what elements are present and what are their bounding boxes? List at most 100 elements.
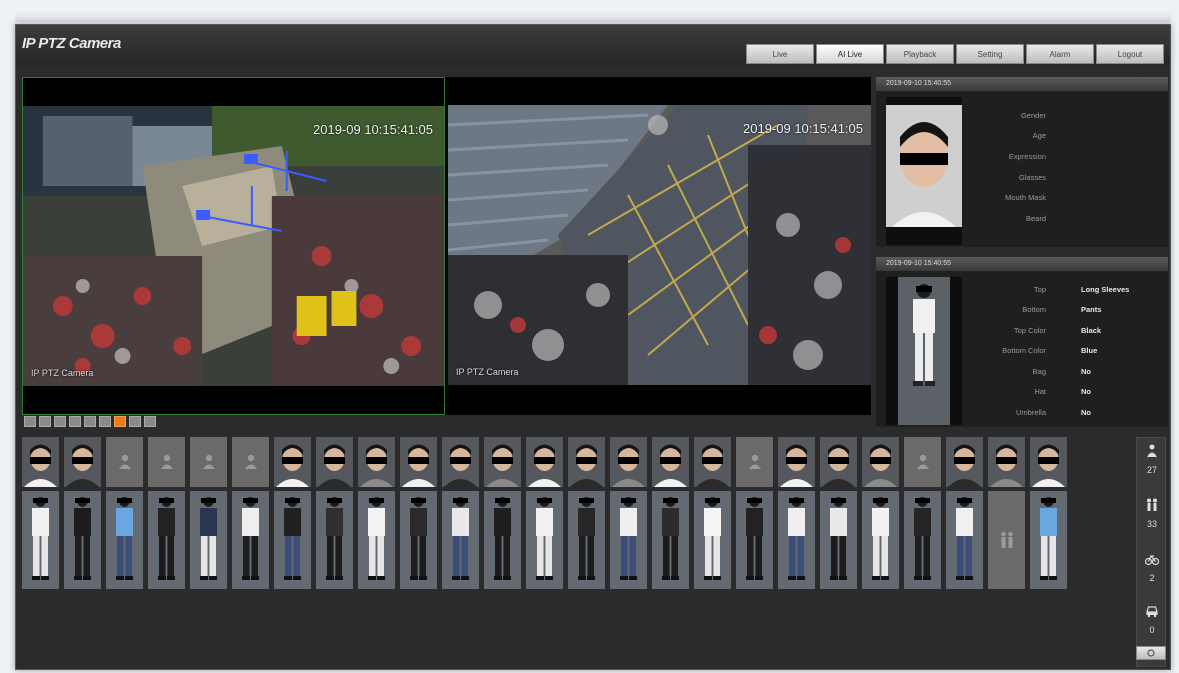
attr-hat-value: No (1081, 387, 1091, 396)
record-icon[interactable] (69, 416, 81, 427)
body-thumbnail[interactable] (1030, 491, 1067, 589)
face-thumbnail-image (526, 437, 563, 487)
face-thumbnail[interactable] (316, 437, 353, 487)
nav-ai-live[interactable]: AI Live (816, 44, 884, 64)
body-thumbnail-image (652, 491, 689, 589)
face-thumbnail[interactable] (694, 437, 731, 487)
face-count: 27 (1146, 465, 1157, 475)
person-placeholder-icon (202, 454, 215, 469)
fullscreen-icon[interactable] (129, 416, 141, 427)
reset-count-button[interactable] (1136, 646, 1166, 660)
body-thumbnail[interactable] (106, 491, 143, 589)
face-thumbnail-placeholder[interactable] (148, 437, 185, 487)
body-thumbnail-image (526, 491, 563, 589)
body-thumbnail[interactable] (946, 491, 983, 589)
face-snapshot[interactable] (886, 97, 962, 245)
camera-1-timestamp: 2019-09 10:15:41:05 (313, 122, 433, 137)
face-thumbnail-placeholder[interactable] (736, 437, 773, 487)
bicycle-icon (1144, 554, 1160, 566)
nav-playback[interactable]: Playback (886, 44, 954, 64)
face-thumbnail[interactable] (988, 437, 1025, 487)
body-thumbnail[interactable] (316, 491, 353, 589)
attr-mouth-mask-label: Mouth Mask (1005, 193, 1046, 202)
body-thumbnail[interactable] (484, 491, 521, 589)
face-thumbnail[interactable] (652, 437, 689, 487)
face-thumbnail[interactable] (862, 437, 899, 487)
camera-1-name: IP PTZ Camera (31, 368, 94, 378)
attr-bottom-value: Pants (1081, 305, 1102, 314)
body-thumbnail[interactable] (232, 491, 269, 589)
vehicle-count-stat: 0 (1137, 604, 1167, 635)
nav-alarm[interactable]: Alarm (1026, 44, 1094, 64)
camera-2-timestamp: 2019-09 10:15:41:05 (743, 121, 863, 136)
face-thumbnail[interactable] (526, 437, 563, 487)
nav-live[interactable]: Live (746, 44, 814, 64)
face-thumbnail-image (1030, 437, 1067, 487)
body-thumbnail[interactable] (568, 491, 605, 589)
body-thumbnail-image (610, 491, 647, 589)
face-thumbnail[interactable] (820, 437, 857, 487)
face-thumbnail[interactable] (358, 437, 395, 487)
face-thumbnail[interactable] (610, 437, 647, 487)
settings-icon[interactable] (144, 416, 156, 427)
face-thumbnail[interactable] (946, 437, 983, 487)
attr-bottom-label: Bottom (1022, 305, 1046, 314)
body-thumbnail[interactable] (778, 491, 815, 589)
body-thumbnail[interactable] (22, 491, 59, 589)
face-thumbnail[interactable] (22, 437, 59, 487)
body-thumbnail[interactable] (526, 491, 563, 589)
body-thumbnail[interactable] (610, 491, 647, 589)
body-thumbnail-row (22, 491, 1067, 589)
body-thumbnail[interactable] (400, 491, 437, 589)
body-thumbnail[interactable] (862, 491, 899, 589)
face-thumbnail[interactable] (778, 437, 815, 487)
face-thumbnail[interactable] (568, 437, 605, 487)
person-placeholder-icon (748, 454, 761, 469)
face-thumbnail-placeholder[interactable] (106, 437, 143, 487)
layout-1-icon[interactable] (24, 416, 36, 427)
camera-view-2[interactable]: 2019-09 10:15:41:05 IP PTZ Camera (448, 77, 871, 415)
attr-gender-label: Gender (1020, 111, 1046, 120)
audio-icon[interactable] (99, 416, 111, 427)
face-thumbnail-image (862, 437, 899, 487)
face-thumbnail-placeholder[interactable] (232, 437, 269, 487)
body-thumbnail[interactable] (442, 491, 479, 589)
body-thumbnail-image (316, 491, 353, 589)
body-thumbnail[interactable] (820, 491, 857, 589)
face-thumbnail[interactable] (400, 437, 437, 487)
face-thumbnail[interactable] (442, 437, 479, 487)
body-thumbnail[interactable] (736, 491, 773, 589)
body-thumbnail[interactable] (652, 491, 689, 589)
nav-setting[interactable]: Setting (956, 44, 1024, 64)
body-thumbnail[interactable] (190, 491, 227, 589)
body-thumbnail[interactable] (274, 491, 311, 589)
body-thumbnail[interactable] (64, 491, 101, 589)
face-thumbnail-placeholder[interactable] (904, 437, 941, 487)
face-thumbnail-image (274, 437, 311, 487)
people-placeholder-icon (1000, 531, 1013, 548)
face-thumbnail-image (610, 437, 647, 487)
face-thumbnail-placeholder[interactable] (190, 437, 227, 487)
body-thumbnail[interactable] (358, 491, 395, 589)
ai-overlay-icon[interactable] (114, 416, 126, 427)
face-thumbnail[interactable] (1030, 437, 1067, 487)
attr-expression-label: Expression (1008, 152, 1046, 161)
body-thumbnail-placeholder[interactable] (988, 491, 1025, 589)
body-snapshot[interactable] (886, 277, 962, 425)
zoom-icon[interactable] (84, 416, 96, 427)
body-count-stat: 33 (1137, 498, 1167, 529)
body-thumbnail-image (862, 491, 899, 589)
face-thumbnail[interactable] (64, 437, 101, 487)
body-thumbnail[interactable] (694, 491, 731, 589)
body-thumbnail[interactable] (148, 491, 185, 589)
face-attributes-panel: 2019-09-10 15:40:55 Gender Age Expressio… (876, 77, 1168, 247)
person-placeholder-icon (118, 454, 131, 469)
nav-logout[interactable]: Logout (1096, 44, 1164, 64)
camera-view-1[interactable]: 2019-09 10:15:41:05 IP PTZ Camera (22, 77, 445, 415)
face-thumbnail[interactable] (484, 437, 521, 487)
face-thumbnail[interactable] (274, 437, 311, 487)
body-thumbnail[interactable] (904, 491, 941, 589)
layout-4-icon[interactable] (39, 416, 51, 427)
body-thumbnail-image (274, 491, 311, 589)
snapshot-icon[interactable] (54, 416, 66, 427)
